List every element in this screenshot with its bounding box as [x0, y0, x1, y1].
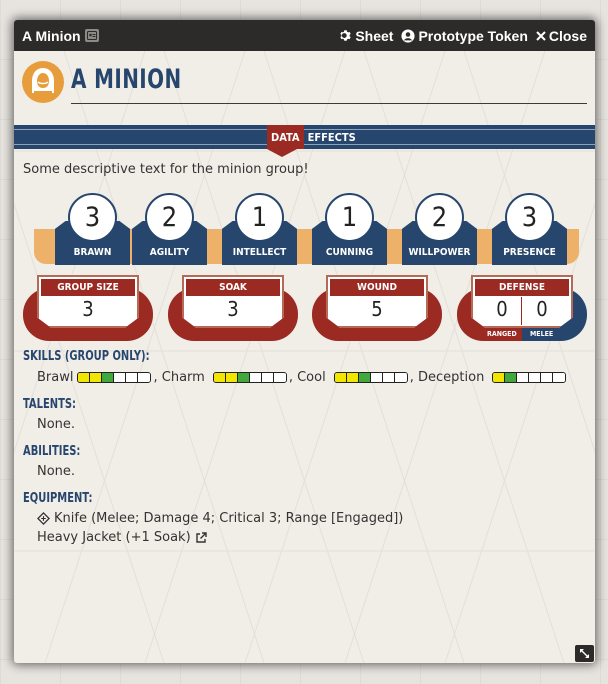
sheet-label: Sheet: [355, 27, 394, 44]
characteristic-value[interactable]: 1: [235, 193, 284, 242]
stat-label: GROUP SIZE: [41, 279, 135, 296]
talents-text: None.: [37, 417, 76, 432]
gear-icon: [340, 30, 352, 41]
dice-pool: [212, 372, 287, 383]
prototype-token-button[interactable]: Prototype Token: [401, 27, 528, 44]
window-titlebar[interactable]: A Minion Sheet Prototype Token Close: [14, 20, 595, 51]
characteristic-value[interactable]: 1: [325, 193, 374, 242]
characteristic-brawn: 3 BRAWN: [55, 193, 130, 265]
dice-pool: [492, 372, 567, 383]
dice-pool: [333, 372, 408, 383]
skill-name[interactable]: Deception: [418, 370, 484, 385]
equipment-name: Heavy Jacket (+1 Soak): [37, 530, 191, 545]
prototype-token-label: Prototype Token: [418, 27, 528, 44]
skill-separator: ,: [288, 370, 293, 385]
equipment-name: Knife (Melee; Damage 4; Critical 3; Rang…: [54, 511, 404, 526]
skill-separator: ,: [153, 370, 158, 385]
equipment-item-jacket[interactable]: Heavy Jacket (+1 Soak): [37, 530, 207, 545]
dice-pool: [77, 372, 152, 383]
characteristic-presence: 3 PRESENCE: [492, 193, 567, 265]
characteristic-label: INTELLECT: [232, 247, 287, 258]
close-label: Close: [548, 27, 587, 44]
skills-list: Brawl , Charm , Cool , Deception: [37, 370, 568, 385]
characteristic-value[interactable]: 2: [145, 193, 194, 242]
close-icon: [536, 30, 546, 41]
expand-icon: [580, 649, 589, 658]
characteristic-willpower: 2 WILLPOWER: [402, 193, 477, 265]
characteristic-value[interactable]: 3: [68, 193, 117, 242]
equipment-heading: EQUIPMENT:: [23, 491, 93, 506]
character-sheet-window: A Minion Sheet Prototype Token Close A M…: [14, 20, 595, 663]
weapon-icon: [37, 512, 50, 525]
characteristic-cunning: 1 CUNNING: [312, 193, 387, 265]
sheet-content: A MINION DATA EFFECTS Some descriptive t…: [14, 51, 595, 663]
characteristic-intellect: 1 INTELLECT: [222, 193, 297, 265]
stat-wound-threshold: WOUND THRESHOLD 5: [312, 275, 442, 341]
characteristic-label: CUNNING: [325, 247, 374, 258]
window-title-text: A Minion: [22, 27, 81, 44]
equipment-item-knife[interactable]: Knife (Melee; Damage 4; Critical 3; Rang…: [37, 511, 403, 526]
defense-melee-value[interactable]: 0: [517, 297, 567, 321]
hooded-figure-icon: [32, 68, 54, 95]
window-title: A Minion: [22, 28, 99, 44]
talents-heading: TALENTS:: [23, 397, 76, 412]
characteristic-value[interactable]: 3: [505, 193, 554, 242]
tab-effects[interactable]: EFFECTS: [304, 125, 360, 149]
sheet-config-button[interactable]: Sheet: [339, 28, 393, 44]
characteristic-label: AGILITY: [149, 247, 190, 258]
defense-ranged-label: RANGED: [487, 330, 517, 338]
characteristic-value[interactable]: 2: [415, 193, 464, 242]
minion-description: Some descriptive text for the minion gro…: [23, 162, 309, 177]
stat-value[interactable]: 5: [326, 297, 428, 321]
resize-handle[interactable]: [575, 645, 594, 662]
external-link-icon[interactable]: [195, 531, 207, 544]
characteristic-label: WILLPOWER: [408, 247, 471, 258]
abilities-heading: ABILITIES:: [23, 444, 81, 459]
characteristic-agility: 2 AGILITY: [132, 193, 207, 265]
tab-data[interactable]: DATA: [267, 125, 304, 157]
stat-defense: DEFENSE 0 0 RANGED MELEE: [457, 275, 587, 341]
actor-name-underline: [71, 103, 587, 104]
skill-name[interactable]: Charm: [162, 370, 205, 385]
skill-name[interactable]: Cool: [297, 370, 326, 385]
stat-value[interactable]: 3: [182, 297, 284, 321]
actor-name[interactable]: A MINION: [71, 64, 182, 95]
user-circle-icon: [401, 28, 416, 43]
close-button[interactable]: Close: [536, 28, 587, 44]
stat-value[interactable]: 3: [37, 297, 139, 321]
id-card-icon[interactable]: [84, 29, 99, 42]
characteristic-label: PRESENCE: [503, 247, 556, 258]
stat-soak: SOAK 3: [168, 275, 298, 341]
sheet-tabbar: DATA EFFECTS: [14, 125, 595, 157]
stat-group-size: GROUP SIZE 3: [23, 275, 153, 341]
stat-label: DEFENSE: [475, 279, 569, 296]
skill-name[interactable]: Brawl: [37, 370, 73, 385]
characteristic-label: BRAWN: [73, 247, 112, 258]
skills-heading: SKILLS (GROUP ONLY):: [23, 349, 150, 364]
actor-portrait[interactable]: [22, 61, 64, 103]
abilities-text: None.: [37, 464, 76, 479]
sheet-header: A MINION: [22, 61, 587, 121]
skill-separator: ,: [409, 370, 414, 385]
stat-label: WOUND THRESHOLD: [330, 279, 424, 310]
defense-melee-label: MELEE: [530, 330, 554, 338]
stat-label: SOAK: [186, 279, 280, 296]
